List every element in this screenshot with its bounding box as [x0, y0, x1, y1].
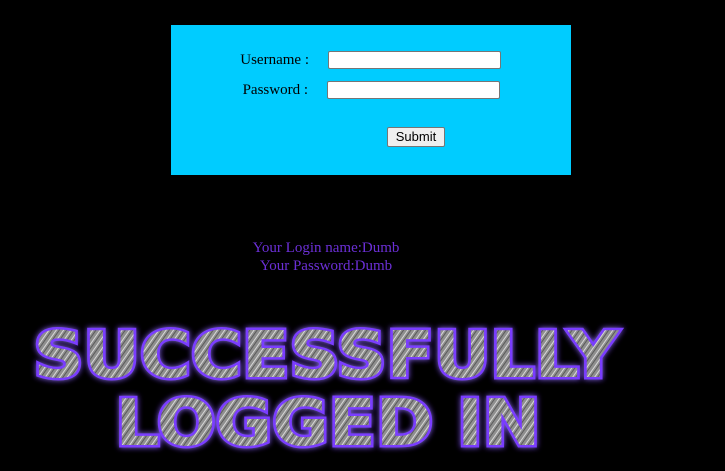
submit-button[interactable]: Submit — [387, 127, 445, 147]
banner-line-1: SUCCESSFULLY — [34, 319, 620, 393]
banner-line-2: LOGGED IN — [116, 387, 541, 461]
password-input[interactable] — [327, 81, 500, 99]
login-form: Username : Password : Submit — [171, 25, 571, 175]
login-name-text: Your Login name:Dumb — [252, 240, 400, 256]
password-label: Password : — [242, 82, 308, 98]
username-label: Username : — [240, 52, 309, 68]
login-password-text: Your Password:Dumb — [259, 258, 393, 274]
page: Username : Password : Submit Your Login … — [0, 0, 725, 471]
username-input[interactable] — [328, 51, 501, 69]
success-banner: SUCCESSFULLY LOGGED IN — [31, 317, 622, 464]
